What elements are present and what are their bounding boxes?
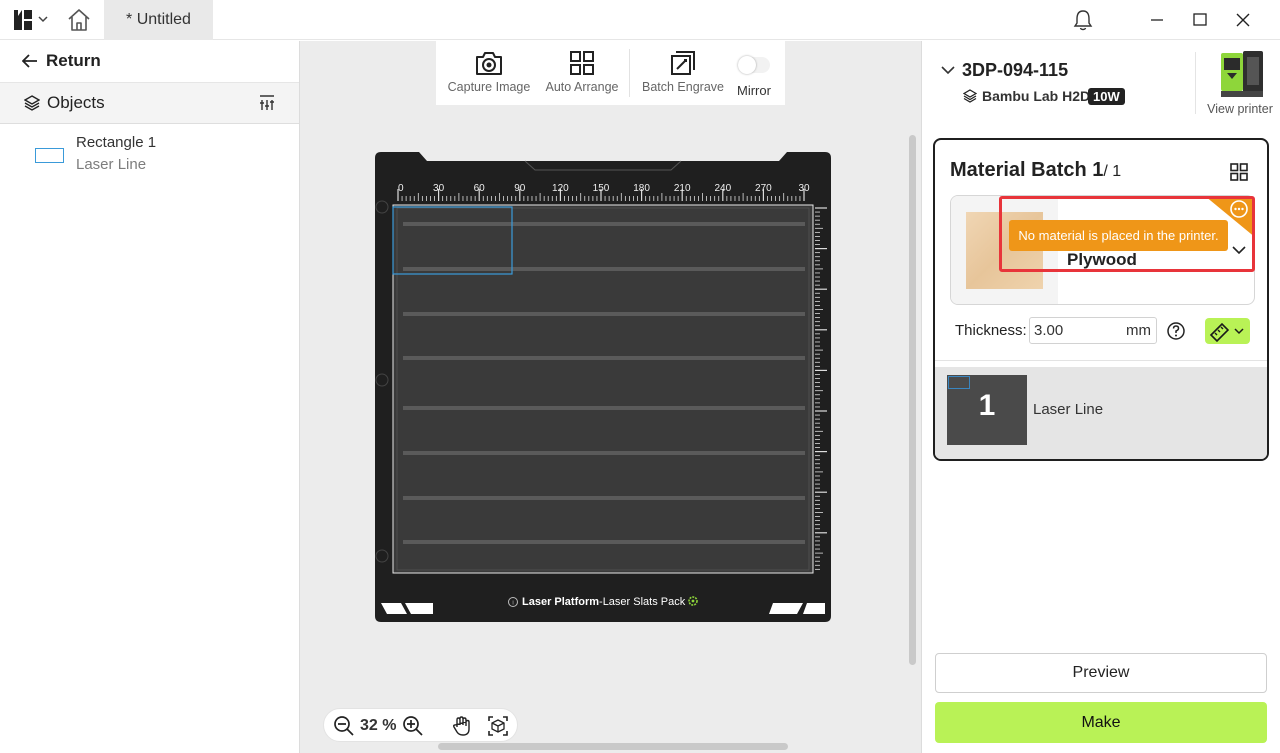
toolbar-divider xyxy=(629,49,630,97)
preview-button[interactable]: Preview xyxy=(935,653,1267,693)
close-icon[interactable] xyxy=(1228,8,1258,32)
view-printer-label: View printer xyxy=(1207,102,1273,116)
thickness-label: Thickness: xyxy=(955,322,1027,339)
batch-engrave-icon xyxy=(671,51,695,75)
app-logo-icon[interactable] xyxy=(14,10,32,30)
layer-thumbnail: 1 xyxy=(947,375,1027,445)
svg-text:i: i xyxy=(512,601,513,607)
zoom-control: 32 % xyxy=(323,708,518,742)
platform-pack: -Laser Slats Pack xyxy=(599,596,686,608)
zoom-value: 32 % xyxy=(360,717,397,734)
layer-label: Laser Line xyxy=(1033,401,1104,418)
material-batch-card: Material Batch 1/ 1 Plywood No material … xyxy=(933,138,1269,461)
ruler-x-label: 90 xyxy=(514,183,526,194)
left-panel: Return Objects Rectangle 1 Laser Line xyxy=(0,41,300,753)
thickness-unit: mm xyxy=(1126,322,1151,339)
arrow-left-icon xyxy=(22,54,37,68)
printer-model: Bambu Lab H2D xyxy=(982,88,1091,104)
layer-number: 1 xyxy=(978,389,996,422)
printer-icon xyxy=(1221,51,1263,97)
batch-engrave-button[interactable]: Batch Engrave xyxy=(640,41,726,105)
mirror-toggle[interactable] xyxy=(738,56,770,74)
warning-tooltip: No material is placed in the printer. xyxy=(1009,220,1228,251)
object-name: Rectangle 1 xyxy=(76,134,157,151)
ruler-x-label: 0 xyxy=(398,183,404,194)
return-button[interactable]: Return xyxy=(0,41,299,83)
printer-name[interactable]: 3DP-094-115 xyxy=(962,60,1068,81)
power-badge: 10W xyxy=(1088,88,1125,105)
mirror-label: Mirror xyxy=(737,83,771,98)
thickness-row: Thickness: 3.00 mm xyxy=(950,315,1255,349)
home-icon[interactable] xyxy=(66,8,92,32)
objects-header: Objects xyxy=(0,83,299,124)
ruler-x-label: 180 xyxy=(633,183,650,194)
thickness-input[interactable]: 3.00 mm xyxy=(1029,317,1157,344)
capture-image-button[interactable]: Capture Image xyxy=(446,41,532,105)
objects-label: Objects xyxy=(47,93,105,112)
measure-thickness-button[interactable] xyxy=(1205,318,1250,344)
maximize-icon[interactable] xyxy=(1185,8,1215,32)
app-menu-chevron-icon[interactable] xyxy=(38,14,48,24)
svg-text:Laser Platform-Laser Slats Pac: Laser Platform-Laser Slats Pack xyxy=(522,596,686,608)
list-item-object[interactable]: Rectangle 1 Laser Line xyxy=(0,127,299,177)
vertical-scrollbar[interactable] xyxy=(909,135,916,665)
batch-title: Material Batch 1/ 1 xyxy=(950,159,1122,181)
header-divider xyxy=(1195,52,1196,114)
camera-icon xyxy=(476,52,502,75)
printer-header: 3DP-094-115 Bambu Lab H2D 10W View print… xyxy=(922,41,1280,127)
pan-hand-icon[interactable] xyxy=(451,715,473,737)
zoom-out-icon[interactable] xyxy=(333,715,355,737)
view-printer-button[interactable]: View printer xyxy=(1205,49,1275,121)
layer-row[interactable]: 1 Laser Line xyxy=(935,367,1267,459)
minimize-icon[interactable] xyxy=(1142,8,1172,32)
zoom-in-icon[interactable] xyxy=(402,715,424,737)
platform-name: Laser Platform xyxy=(522,596,599,608)
canvas-area[interactable]: Capture Image Auto Arrange Batch Engrave… xyxy=(300,41,921,753)
auto-arrange-label: Auto Arrange xyxy=(545,80,619,94)
ruler-icon xyxy=(1209,322,1244,343)
grid-view-icon[interactable] xyxy=(1230,163,1248,181)
ruler-x-label: 120 xyxy=(552,183,569,194)
ruler-x-label: 30 xyxy=(433,183,445,194)
ruler-x-label: 270 xyxy=(755,183,772,194)
right-panel: 3DP-094-115 Bambu Lab H2D 10W View print… xyxy=(921,41,1280,753)
help-icon[interactable] xyxy=(1166,321,1186,341)
title-bar: * Untitled xyxy=(0,0,1280,40)
ruler-x-label: 210 xyxy=(674,183,691,194)
ruler-x-label: 30 xyxy=(798,183,810,194)
make-button[interactable]: Make xyxy=(935,702,1267,743)
return-label: Return xyxy=(46,51,101,70)
toggle-knob xyxy=(738,56,756,74)
capture-image-label: Capture Image xyxy=(447,80,531,94)
document-tab[interactable]: * Untitled xyxy=(104,0,213,40)
horizontal-scrollbar[interactable] xyxy=(438,743,788,750)
object-type: Laser Line xyxy=(76,156,147,173)
laser-plate[interactable]: 0 30 60 90 120 150 180 210 240 270 30 i Laser Plat… xyxy=(375,152,831,622)
batch-engrave-label: Batch Engrave xyxy=(642,80,724,94)
rectangle-icon xyxy=(35,148,64,163)
fit-view-icon[interactable] xyxy=(487,715,509,737)
auto-arrange-button[interactable]: Auto Arrange xyxy=(542,41,622,105)
layers-icon xyxy=(24,95,40,111)
card-divider xyxy=(935,360,1267,361)
layers-icon xyxy=(963,89,977,103)
notification-bell-icon[interactable] xyxy=(1068,8,1098,32)
ruler-x-label: 150 xyxy=(593,183,610,194)
chevron-down-icon[interactable] xyxy=(941,65,955,75)
canvas-toolbar: Capture Image Auto Arrange Batch Engrave… xyxy=(436,41,785,105)
ruler-x-label: 240 xyxy=(714,183,731,194)
grid-icon xyxy=(570,51,594,75)
ruler-x-label: 60 xyxy=(474,183,486,194)
sort-icon[interactable] xyxy=(258,94,276,112)
mini-rectangle xyxy=(948,376,970,389)
thickness-value: 3.00 xyxy=(1034,322,1064,339)
